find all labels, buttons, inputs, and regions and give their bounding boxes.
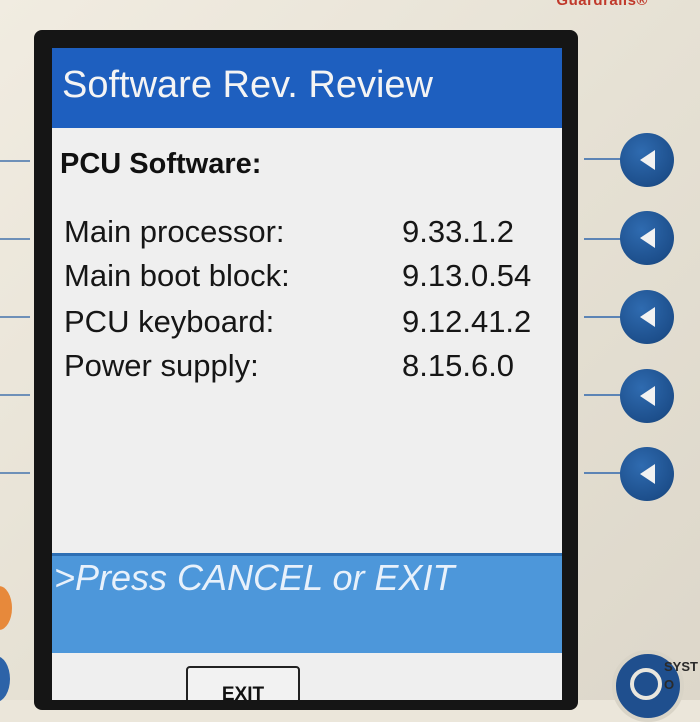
prompt-divider — [52, 553, 562, 556]
softkey-guide-line — [584, 472, 622, 474]
version-label: Power supply: — [64, 348, 259, 383]
title-bar: Software Rev. Review — [52, 48, 562, 128]
section-heading: PCU Software: — [60, 148, 262, 180]
version-row: Main boot block: 9.13.0.54 — [52, 258, 562, 298]
system-label-line1: SYST — [664, 659, 698, 674]
softkey-guide-line — [584, 394, 622, 396]
display-screen: Software Rev. Review PCU Software: Main … — [52, 48, 562, 700]
infusion-pump-panel: Guardrails® Software Rev. Review PCU Sof… — [0, 0, 700, 722]
softkey-guide-line — [0, 160, 30, 162]
left-blue-key[interactable] — [0, 656, 10, 702]
left-orange-key[interactable] — [0, 586, 12, 630]
version-value: 9.12.41.2 — [402, 304, 532, 339]
version-label: PCU keyboard: — [64, 304, 275, 339]
softkey-guide-line — [0, 238, 30, 240]
version-label: Main processor: — [64, 214, 285, 249]
side-softkey-1[interactable] — [620, 133, 674, 187]
version-row: Main processor: 9.33.1.2 — [52, 214, 562, 254]
softkey-guide-line — [584, 238, 622, 240]
softkey-guide-line — [0, 472, 30, 474]
triangle-left-icon — [640, 150, 655, 170]
softkey-guide-line — [584, 158, 622, 160]
system-label: SYST O — [664, 658, 698, 694]
system-label-line2: O — [664, 677, 675, 692]
version-label: Main boot block: — [64, 258, 290, 293]
side-softkey-3[interactable] — [620, 290, 674, 344]
triangle-left-icon — [640, 228, 655, 248]
power-ring-icon — [630, 668, 662, 700]
exit-button-label: EXIT — [221, 684, 265, 700]
triangle-left-icon — [640, 386, 655, 406]
softkey-guide-line — [0, 316, 30, 318]
side-softkey-2[interactable] — [620, 211, 674, 265]
triangle-left-icon — [640, 464, 655, 484]
side-softkey-4[interactable] — [620, 369, 674, 423]
page-title: Software Rev. Review — [62, 64, 433, 106]
brand-logo: Guardrails® — [556, 0, 648, 9]
exit-button[interactable]: EXIT — [186, 666, 300, 700]
prompt-bar: >Press CANCEL or EXIT — [52, 553, 562, 653]
softkey-guide-line — [584, 316, 622, 318]
version-value: 9.33.1.2 — [402, 214, 515, 249]
version-row: PCU keyboard: 9.12.41.2 — [52, 304, 562, 344]
softkey-guide-line — [0, 394, 30, 396]
prompt-message: >Press CANCEL or EXIT — [54, 557, 455, 598]
version-value: 8.15.6.0 — [402, 348, 515, 383]
side-softkey-5[interactable] — [620, 447, 674, 501]
version-value: 9.13.0.54 — [402, 258, 532, 293]
triangle-left-icon — [640, 307, 655, 327]
version-row: Power supply: 8.15.6.0 — [52, 348, 562, 388]
